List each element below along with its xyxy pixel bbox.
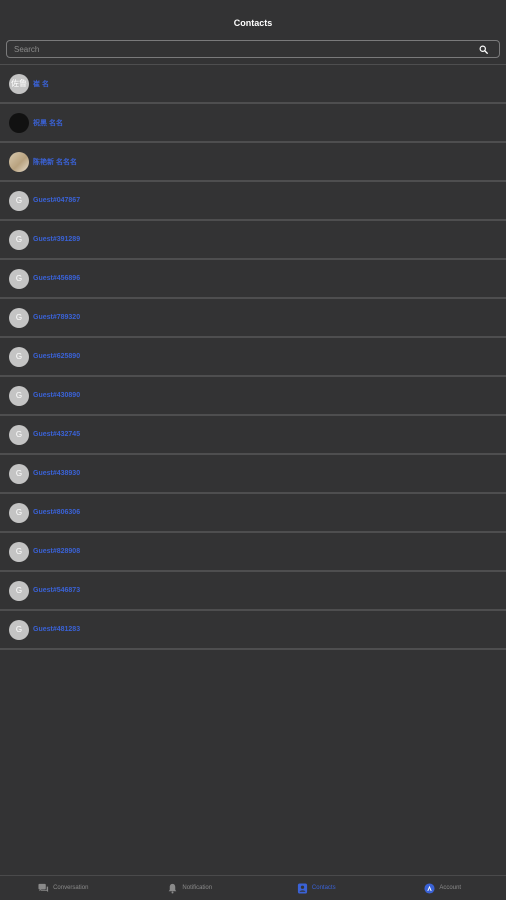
search-input[interactable] (7, 40, 475, 58)
header: Contacts (0, 0, 506, 38)
contact-row[interactable]: G Guest#806306 (0, 494, 506, 533)
tab-contacts[interactable]: Contacts (253, 876, 380, 900)
contact-name: Guest#456896 (33, 275, 81, 282)
contact-name: Guest#789320 (33, 314, 81, 321)
page-title: Contacts (233, 17, 273, 28)
avatar: G (9, 229, 29, 250)
avatar: G (9, 346, 29, 367)
contact-row[interactable]: G Guest#432745 (0, 416, 506, 455)
contact-row[interactable]: 佐鲁崔 名 (0, 65, 506, 104)
tab-account[interactable]: Account (380, 876, 506, 900)
avatar: G (9, 541, 29, 562)
tab-bar: Conversation Notification Contacts Accou… (0, 875, 506, 900)
contact-name: Guest#391289 (33, 236, 81, 243)
contact-name: Guest#546873 (33, 587, 81, 594)
avatar (9, 112, 29, 133)
contact-name: Guest#047867 (33, 197, 81, 204)
avatar (9, 151, 29, 172)
contact-row[interactable]: G Guest#789320 (0, 299, 506, 338)
contact-row[interactable]: G Guest#828908 (0, 533, 506, 572)
contact-row[interactable]: 祝黑 名名 (0, 104, 506, 143)
chat-icon (38, 883, 49, 894)
contact-name: Guest#430890 (33, 392, 81, 399)
contact-name: Guest#438930 (33, 470, 81, 477)
contact-name: Guest#806306 (33, 509, 81, 516)
contact-name: Guest#828908 (33, 548, 81, 555)
contact-row[interactable]: G Guest#438930 (0, 455, 506, 494)
search-bar[interactable] (6, 40, 500, 58)
avatar: G (9, 190, 29, 211)
avatar: G (9, 580, 29, 601)
contact-name: 陈艳新 名名名 (33, 158, 77, 166)
tab-label: Account (439, 885, 462, 891)
tab-conversation[interactable]: Conversation (0, 876, 127, 900)
contact-name: Guest#432745 (33, 431, 81, 438)
avatar: 佐鲁 (9, 73, 29, 94)
avatar: G (9, 619, 29, 640)
avatar: G (9, 463, 29, 484)
bell-icon (167, 883, 178, 894)
contact-name: Guest#625890 (33, 353, 81, 360)
avatar: G (9, 307, 29, 328)
contact-row[interactable]: G Guest#391289 (0, 221, 506, 260)
contact-row[interactable]: G Guest#546873 (0, 572, 506, 611)
tab-label: Notification (182, 885, 213, 891)
contact-row[interactable]: G Guest#481283 (0, 611, 506, 650)
contact-row[interactable]: G Guest#430890 (0, 377, 506, 416)
avatar: G (9, 502, 29, 523)
contact-list: 佐鲁崔 名祝黑 名名陈艳新 名名名 G Guest#047867 G Guest#391… (0, 64, 506, 650)
contact-row[interactable]: G Guest#456896 (0, 260, 506, 299)
avatar: G (9, 385, 29, 406)
contact-row[interactable]: 陈艳新 名名名 (0, 143, 506, 182)
contacts-icon (297, 882, 308, 894)
contact-name: Guest#481283 (33, 626, 81, 633)
avatar: G (9, 424, 29, 445)
tab-notification[interactable]: Notification (127, 876, 254, 900)
avatar: G (9, 268, 29, 289)
contact-name: 崔 名 (33, 80, 49, 88)
contact-name: 祝黑 名名 (33, 119, 63, 127)
tab-label: Contacts (311, 885, 336, 891)
contact-row[interactable]: G Guest#047867 (0, 182, 506, 221)
search-icon[interactable] (475, 41, 491, 57)
contact-row[interactable]: G Guest#625890 (0, 338, 506, 377)
tab-label: Conversation (53, 885, 89, 891)
account-icon (424, 882, 435, 894)
